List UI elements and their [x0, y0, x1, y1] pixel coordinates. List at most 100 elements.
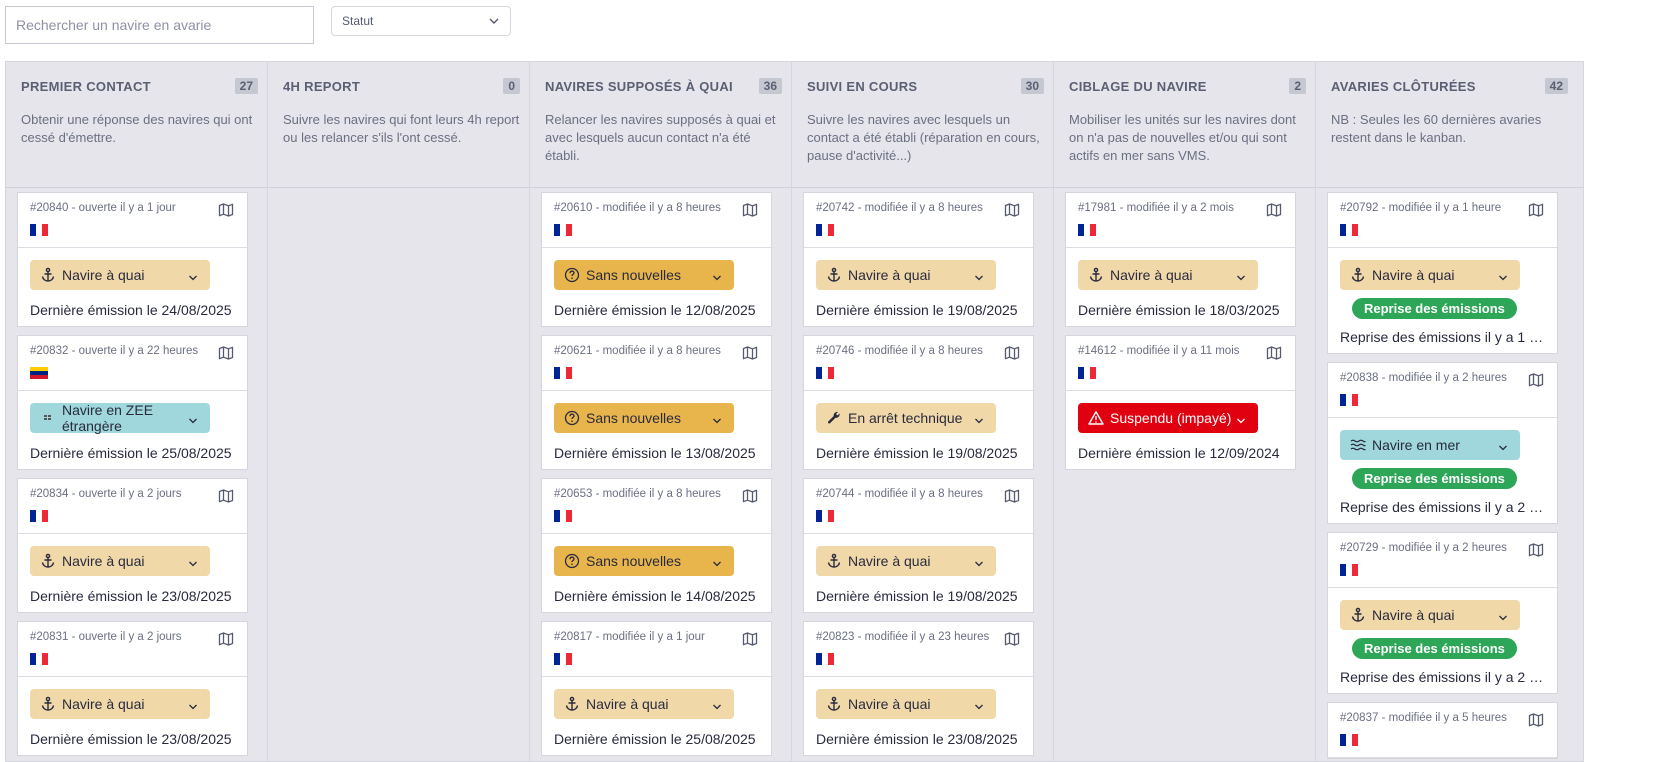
card-header: #17981 - modifiée il y a 2 mois [1066, 193, 1295, 248]
status-dropdown[interactable]: Sans nouvelles [554, 260, 734, 290]
alert-card[interactable]: #20840 - ouverte il y a 1 jour Navire à q… [17, 192, 248, 327]
status-dropdown[interactable]: Suspendu (impayé) [1078, 403, 1258, 433]
status-dropdown[interactable]: Navire en ZEE étrangère [30, 402, 210, 434]
reprise-badge: Reprise des émissions [1352, 638, 1517, 659]
status-dropdown[interactable]: Navire à quai [1340, 600, 1520, 630]
map-icon[interactable] [1528, 202, 1544, 218]
card-body: Navire à quai Reprise des émissions Repris… [1328, 588, 1557, 693]
last-emission-text: Dernière émission le 12/08/2025 [554, 302, 756, 318]
status-dropdown[interactable]: Navire à quai [554, 689, 734, 719]
map-icon[interactable] [742, 488, 758, 504]
badge-row: Reprise des émissions [1340, 290, 1545, 319]
card-body: Navire à quai Dernière émission le 19/08/… [804, 534, 1033, 612]
card-id-label: #20729 - modifiée il y a 2 heures [1340, 542, 1507, 554]
card-body: Navire à quai Dernière émission le 23/08/… [804, 677, 1033, 755]
flag-icon-fr [816, 652, 834, 665]
status-dropdown[interactable]: Navire à quai [1340, 260, 1520, 290]
status-dropdown[interactable]: Navire à quai [1078, 260, 1258, 290]
alert-card[interactable]: #20746 - modifiée il y a 8 heures En arrê… [803, 335, 1034, 470]
alert-card[interactable]: #20653 - modifiée il y a 8 heures Sans no… [541, 478, 772, 613]
alert-card[interactable]: #20817 - modifiée il y a 1 jour Navire à … [541, 621, 772, 756]
status-dropdown[interactable]: Sans nouvelles [554, 546, 734, 576]
card-body: Sans nouvelles Dernière émission le 13/08… [542, 391, 771, 469]
status-dropdown[interactable]: Sans nouvelles [554, 403, 734, 433]
card-header: #14612 - modifiée il y a 11 mois [1066, 336, 1295, 391]
chevron-down-icon [188, 413, 198, 424]
map-icon[interactable] [218, 488, 234, 504]
map-icon[interactable] [1004, 488, 1020, 504]
last-emission-text: Reprise des émissions il y a 1 he... [1340, 329, 1545, 345]
flag-icon-fr [1340, 563, 1358, 576]
status-dropdown[interactable]: Navire à quai [30, 260, 210, 290]
status-dropdown[interactable]: Navire à quai [30, 689, 210, 719]
chevron-down-icon [974, 413, 984, 424]
column-description: NB : Seules les 60 dernières avaries res… [1331, 112, 1542, 145]
status-label: En arrêt technique [848, 410, 963, 426]
map-icon[interactable] [1004, 202, 1020, 218]
status-label: Suspendu (impayé) [1110, 410, 1232, 426]
alert-card[interactable]: #14612 - modifiée il y a 11 mois Suspendu… [1065, 335, 1296, 470]
flag-icon-fr [1340, 733, 1358, 746]
map-icon[interactable] [742, 631, 758, 647]
alert-card[interactable]: #20792 - modifiée il y a 1 heure Navire à… [1327, 192, 1558, 354]
card-id-label: #20823 - modifiée il y a 23 heures [816, 631, 990, 643]
card-id-label: #20653 - modifiée il y a 8 heures [554, 488, 721, 500]
map-icon[interactable] [1528, 372, 1544, 388]
alert-card[interactable]: #17981 - modifiée il y a 2 mois Navire à … [1065, 192, 1296, 327]
flag-icon-fr [816, 366, 834, 379]
chevron-down-icon [974, 699, 984, 710]
wrench-icon [826, 410, 842, 426]
alert-card[interactable]: #20744 - modifiée il y a 8 heures Navire … [803, 478, 1034, 613]
status-dropdown[interactable]: Navire en mer [1340, 430, 1520, 460]
map-icon[interactable] [218, 345, 234, 361]
status-dropdown[interactable]: Navire à quai [816, 260, 996, 290]
status-label: Navire à quai [1372, 607, 1455, 623]
flag-icon-ve [30, 366, 48, 379]
column-header: PREMIER CONTACT 27 Obtenir une réponse d… [6, 62, 273, 188]
alert-card[interactable]: #20838 - modifiée il y a 2 heures Navire … [1327, 362, 1558, 524]
alert-card[interactable]: #20834 - ouverte il y a 2 jours Navire à … [17, 478, 248, 613]
column-navires-supposes-a-quai: NAVIRES SUPPOSÉS À QUAI 36 Relancer les … [529, 61, 798, 762]
card-header: #20832 - ouverte il y a 22 heures [18, 336, 247, 391]
alert-card[interactable]: #20729 - modifiée il y a 2 heures Navire … [1327, 532, 1558, 694]
column-count-badge: 27 [234, 78, 258, 94]
map-icon[interactable] [1528, 712, 1544, 728]
card-id-label: #20742 - modifiée il y a 8 heures [816, 202, 983, 214]
alert-card[interactable]: #20831 - ouverte il y a 2 jours Navire à … [17, 621, 248, 756]
map-icon[interactable] [218, 202, 234, 218]
card-id-label: #20610 - modifiée il y a 8 heures [554, 202, 721, 214]
waves-icon [1350, 437, 1366, 453]
map-icon[interactable] [742, 345, 758, 361]
map-icon[interactable] [1528, 542, 1544, 558]
flag-icon-fr [816, 509, 834, 522]
alert-card[interactable]: #20621 - modifiée il y a 8 heures Sans no… [541, 335, 772, 470]
card-id-label: #17981 - modifiée il y a 2 mois [1078, 202, 1234, 214]
alert-card[interactable]: #20610 - modifiée il y a 8 heures Sans no… [541, 192, 772, 327]
status-filter-select[interactable]: Statut [331, 6, 511, 36]
alert-card[interactable]: #20837 - modifiée il y a 5 heures [1327, 702, 1558, 759]
card-header: #20823 - modifiée il y a 23 heures [804, 622, 1033, 677]
card-body: Sans nouvelles Dernière émission le 14/08… [542, 534, 771, 612]
map-icon[interactable] [1266, 345, 1282, 361]
status-dropdown[interactable]: Navire à quai [816, 546, 996, 576]
anchor-icon [40, 696, 56, 712]
search-input[interactable]: Rechercher un navire en avarie [5, 6, 314, 44]
map-icon[interactable] [1004, 631, 1020, 647]
map-icon[interactable] [742, 202, 758, 218]
flag-icon-fr [1340, 393, 1358, 406]
status-dropdown[interactable]: Navire à quai [30, 546, 210, 576]
flag-icon-fr [1078, 366, 1096, 379]
status-dropdown[interactable]: En arrêt technique [816, 403, 996, 433]
map-icon[interactable] [1004, 345, 1020, 361]
alert-card[interactable]: #20832 - ouverte il y a 22 heures Navire … [17, 335, 248, 470]
status-dropdown[interactable]: Navire à quai [816, 689, 996, 719]
chevron-down-icon [974, 556, 984, 567]
map-icon[interactable] [1266, 202, 1282, 218]
card-body: En arrêt technique Dernière émission le 1… [804, 391, 1033, 469]
alert-card[interactable]: #20823 - modifiée il y a 23 heures Navire… [803, 621, 1034, 756]
map-icon[interactable] [218, 631, 234, 647]
card-body: Navire à quai Dernière émission le 23/08/… [18, 677, 247, 755]
alert-card[interactable]: #20742 - modifiée il y a 8 heures Navire … [803, 192, 1034, 327]
top-bar: Rechercher un navire en avarie Statut [0, 0, 1671, 56]
column-premier-contact: PREMIER CONTACT 27 Obtenir une réponse d… [5, 61, 274, 762]
